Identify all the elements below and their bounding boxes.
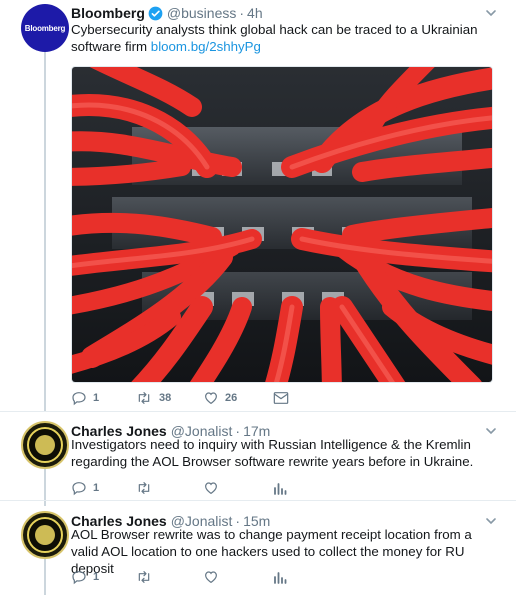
tweet-image[interactable] <box>71 66 493 383</box>
tweet-text: Investigators need to inquiry with Russi… <box>71 437 474 469</box>
tweet-actions: 1 38 26 <box>71 389 289 407</box>
reply-button[interactable]: 1 <box>71 390 135 406</box>
author-name[interactable]: Bloomberg <box>71 5 145 21</box>
reply-count: 1 <box>93 571 100 583</box>
seal-ring <box>27 427 63 463</box>
seal-center <box>35 525 55 545</box>
timestamp[interactable]: 4h <box>247 5 263 21</box>
retweet-button[interactable]: 38 <box>135 390 203 406</box>
avatar[interactable] <box>21 511 69 559</box>
like-icon <box>203 390 219 406</box>
reply-count: 1 <box>93 482 100 494</box>
analytics-icon <box>273 570 287 584</box>
retweet-count: 38 <box>159 392 172 404</box>
like-button[interactable] <box>203 569 273 585</box>
reply-icon <box>71 390 87 406</box>
reply-count: 1 <box>93 392 100 404</box>
tweet-divider <box>0 500 516 501</box>
retweet-button[interactable] <box>135 569 203 585</box>
analytics-button[interactable] <box>273 481 287 495</box>
retweet-button[interactable] <box>135 480 203 496</box>
like-icon <box>203 569 219 585</box>
tweet-divider <box>0 411 516 412</box>
reply-button[interactable]: 1 <box>71 569 135 585</box>
tweet-bloomberg[interactable]: Bloomberg Bloomberg @business · 4h Cyber… <box>0 3 516 406</box>
retweet-icon <box>135 390 153 406</box>
tweet-actions: 1 <box>71 568 287 586</box>
avatar[interactable] <box>21 421 69 469</box>
chevron-down-icon[interactable] <box>484 6 498 20</box>
tweet-reply-1[interactable]: Charles Jones @Jonalist · 17m Investigat… <box>0 421 516 501</box>
analytics-icon <box>273 481 287 495</box>
author-handle[interactable]: @business <box>167 5 236 21</box>
server-cables-image <box>72 67 492 382</box>
verified-badge-icon <box>148 6 163 21</box>
avatar[interactable]: Bloomberg <box>21 4 69 52</box>
like-icon <box>203 480 219 496</box>
tweet-reply-2[interactable]: Charles Jones @Jonalist · 15m AOL Browse… <box>0 511 516 591</box>
direct-message-button[interactable] <box>273 391 289 405</box>
tweet-text: Cybersecurity analysts think global hack… <box>71 21 491 55</box>
retweet-icon <box>135 480 153 496</box>
avatar-label: Bloomberg <box>24 23 66 33</box>
like-count: 26 <box>225 392 238 404</box>
tweet-link[interactable]: bloom.bg/2shhyPg <box>151 39 261 54</box>
seal-ring <box>27 517 63 553</box>
retweet-icon <box>135 569 153 585</box>
reply-icon <box>71 480 87 496</box>
reply-icon <box>71 569 87 585</box>
like-button[interactable] <box>203 480 273 496</box>
seal-center <box>35 435 55 455</box>
tweet-header: Bloomberg @business · 4h <box>71 3 263 23</box>
tweet-actions: 1 <box>71 479 287 497</box>
reply-button[interactable]: 1 <box>71 480 135 496</box>
analytics-button[interactable] <box>273 570 287 584</box>
envelope-icon <box>273 391 289 405</box>
tweet-body: Cybersecurity analysts think global hack… <box>71 22 478 54</box>
separator-dot: · <box>239 5 245 21</box>
like-button[interactable]: 26 <box>203 390 273 406</box>
